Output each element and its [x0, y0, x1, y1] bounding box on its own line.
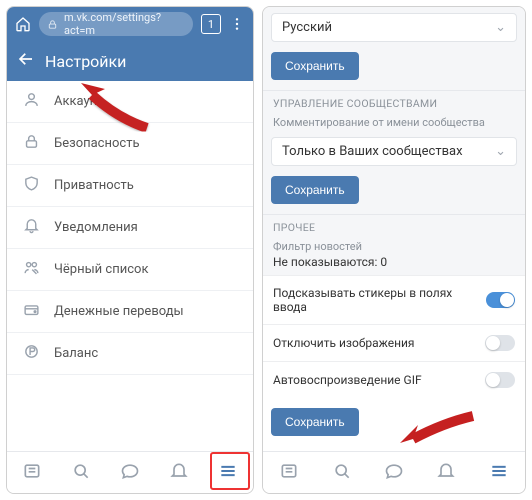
toggle-switch-off[interactable] [485, 372, 515, 388]
filter-value[interactable]: Не показываются: 0 [263, 255, 525, 275]
url-text: m.vk.com/settings?act=m [64, 11, 185, 37]
back-icon[interactable] [17, 50, 35, 72]
item-label: Чёрный список [54, 262, 148, 277]
language-value: Русский [282, 20, 332, 35]
bottom-nav [7, 451, 253, 493]
user-icon [23, 91, 40, 112]
item-label: Баланс [54, 346, 98, 361]
home-icon[interactable] [15, 16, 31, 32]
commenting-select[interactable]: Только в Ваших сообществах ⌄ [271, 137, 517, 166]
toggle-gif-row[interactable]: Автовоспроизведение GIF [263, 361, 525, 398]
tab-count[interactable]: 1 [201, 14, 221, 34]
sidebar-item-balance[interactable]: Баланс [7, 333, 253, 374]
item-label: Уведомления [54, 220, 138, 235]
sidebar-item-privacy[interactable]: Приватность [7, 165, 253, 206]
commenting-value: Только в Ваших сообществах [282, 144, 463, 159]
sidebar-item-security[interactable]: Безопасность [7, 123, 253, 164]
sidebar-item-transfers[interactable]: Денежные переводы [7, 291, 253, 332]
toggle-images-row[interactable]: Отключить изображения [263, 324, 525, 361]
shield-icon [23, 175, 40, 196]
settings-list: Аккаунт Безопасность Приватность Уведомл… [7, 81, 253, 451]
nav-menu-icon[interactable] [218, 461, 238, 485]
toggle-stickers-row[interactable]: Подсказывать стикеры в полях ввода [263, 275, 525, 324]
section-communities-title: УПРАВЛЕНИЕ СООБЩЕСТВАМИ [263, 91, 525, 114]
settings-scroll: Русский ⌄ Сохранить УПРАВЛЕНИЕ СООБЩЕСТВ… [263, 7, 525, 451]
right-phone: Русский ⌄ Сохранить УПРАВЛЕНИЕ СООБЩЕСТВ… [262, 6, 526, 494]
nav-search-icon[interactable] [332, 461, 352, 485]
section-other-title: ПРОЧЕЕ [263, 215, 525, 238]
commenting-label: Комментирование от имени сообщества [263, 114, 525, 131]
nav-notifications-icon[interactable] [436, 461, 456, 485]
more-icon[interactable] [229, 16, 245, 32]
nav-messages-icon[interactable] [120, 461, 140, 485]
bottom-nav-right [263, 451, 525, 493]
nav-messages-icon[interactable] [384, 461, 404, 485]
header-title: Настройки [45, 52, 126, 71]
save-button-communities[interactable]: Сохранить [271, 176, 359, 204]
toggle-stickers-label: Подсказывать стикеры в полях ввода [273, 286, 486, 314]
balance-icon [23, 343, 40, 364]
chevron-down-icon: ⌄ [495, 144, 506, 159]
sidebar-item-account[interactable]: Аккаунт [7, 81, 253, 122]
bell-icon [23, 217, 40, 238]
toggle-switch-on[interactable] [486, 292, 516, 308]
chevron-down-icon: ⌄ [495, 20, 506, 35]
toggle-gif-label: Автовоспроизведение GIF [273, 373, 422, 387]
nav-notifications-icon[interactable] [169, 461, 189, 485]
language-select[interactable]: Русский ⌄ [271, 13, 517, 42]
item-label: Приватность [54, 178, 134, 193]
nav-menu-icon[interactable] [489, 461, 509, 485]
sidebar-item-blacklist[interactable]: Чёрный список [7, 249, 253, 290]
wallet-icon [23, 301, 40, 322]
save-button-language[interactable]: Сохранить [271, 52, 359, 80]
nav-search-icon[interactable] [71, 461, 91, 485]
item-label: Безопасность [54, 136, 140, 151]
item-label: Аккаунт [54, 94, 103, 109]
settings-header: Настройки [7, 41, 253, 81]
item-label: Денежные переводы [54, 304, 184, 319]
toggle-switch-off[interactable] [485, 335, 515, 351]
save-button-other[interactable]: Сохранить [271, 408, 359, 436]
nav-news-icon[interactable] [279, 461, 299, 485]
lock-icon [23, 133, 40, 154]
filter-label: Фильтр новостей [263, 238, 525, 255]
toggle-images-label: Отключить изображения [273, 336, 415, 350]
blocklist-icon [23, 259, 40, 280]
left-phone: m.vk.com/settings?act=m 1 Настройки Акка… [6, 6, 254, 494]
lock-icon [47, 19, 58, 30]
browser-bar: m.vk.com/settings?act=m 1 [7, 7, 253, 41]
nav-news-icon[interactable] [22, 461, 42, 485]
url-bar[interactable]: m.vk.com/settings?act=m [39, 12, 193, 36]
sidebar-item-notifications[interactable]: Уведомления [7, 207, 253, 248]
